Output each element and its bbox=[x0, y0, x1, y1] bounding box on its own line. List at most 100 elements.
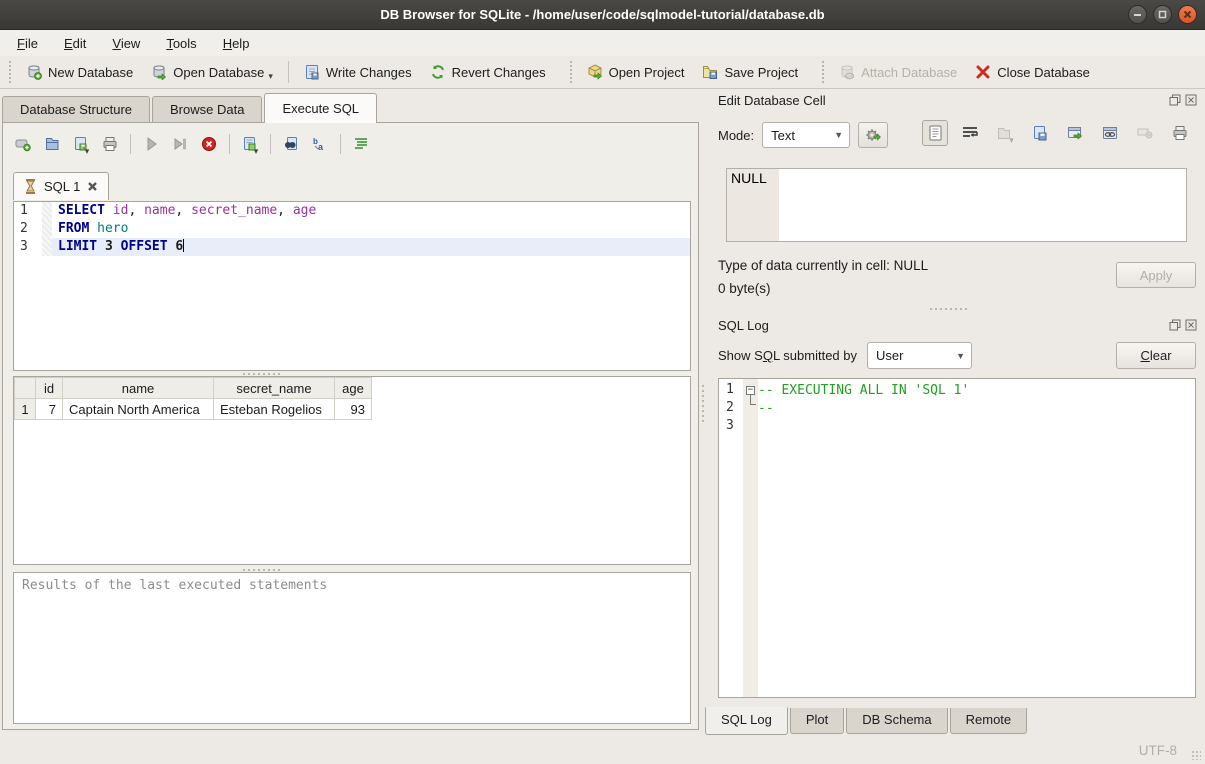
save-project-button[interactable]: Save Project bbox=[693, 60, 807, 84]
set-null-button bbox=[1132, 120, 1158, 146]
tab-remote[interactable]: Remote bbox=[950, 708, 1028, 734]
export-data-button[interactable] bbox=[1027, 120, 1053, 146]
sql-log-dock-header: SQL Log bbox=[705, 315, 1203, 335]
sql-number: 3 bbox=[105, 239, 121, 254]
find-button[interactable] bbox=[279, 132, 303, 156]
print-cell-button[interactable] bbox=[1167, 120, 1193, 146]
word-wrap-icon bbox=[962, 126, 978, 140]
mode-select[interactable]: Text ▼ bbox=[762, 122, 850, 148]
dock-splitter[interactable] bbox=[930, 306, 970, 311]
tab-db-schema[interactable]: DB Schema bbox=[846, 708, 947, 734]
cell-id[interactable]: 7 bbox=[36, 399, 63, 420]
close-database-button[interactable]: Close Database bbox=[966, 60, 1099, 84]
menu-help[interactable]: Help bbox=[210, 33, 263, 54]
format-sql-icon bbox=[353, 136, 369, 152]
revert-changes-label: Revert Changes bbox=[452, 65, 546, 80]
col-header-id[interactable]: id bbox=[36, 378, 63, 399]
stop-execution-button[interactable] bbox=[197, 132, 221, 156]
clear-log-button[interactable]: Clear bbox=[1116, 342, 1196, 369]
open-database-button[interactable]: Open Database ▾ bbox=[142, 60, 282, 84]
dock-tab-bar: SQL Log Plot DB Schema Remote bbox=[705, 708, 1029, 736]
float-dock-icon[interactable] bbox=[1169, 94, 1181, 106]
execute-line-button[interactable] bbox=[168, 132, 192, 156]
open-database-dropdown-icon[interactable]: ▾ bbox=[268, 71, 273, 82]
close-dock-icon[interactable] bbox=[1185, 319, 1197, 331]
close-dock-icon[interactable] bbox=[1185, 94, 1197, 106]
save-sql-dropdown-icon[interactable]: ▾ bbox=[85, 146, 90, 157]
maximize-button[interactable] bbox=[1153, 5, 1172, 24]
save-results-button[interactable]: ▾ bbox=[238, 132, 262, 156]
auto-mode-button[interactable] bbox=[858, 122, 888, 148]
resize-grip-icon[interactable] bbox=[1191, 750, 1201, 760]
window-controls bbox=[1128, 5, 1197, 24]
text-mode-button[interactable] bbox=[922, 120, 948, 146]
sql-number: 6 bbox=[175, 239, 183, 254]
open-external-button[interactable] bbox=[1062, 120, 1088, 146]
tab-database-structure[interactable]: Database Structure bbox=[2, 96, 150, 123]
menu-tools[interactable]: Tools bbox=[153, 33, 209, 54]
new-database-button[interactable]: New Database bbox=[17, 60, 142, 84]
open-sql-file-button[interactable] bbox=[40, 132, 64, 156]
tab-plot[interactable]: Plot bbox=[790, 708, 844, 734]
sql-toolbar-separator bbox=[270, 134, 271, 154]
revert-changes-button[interactable]: Revert Changes bbox=[421, 60, 555, 84]
sql-log-title: SQL Log bbox=[705, 318, 1169, 333]
new-sql-tab-button[interactable] bbox=[11, 132, 35, 156]
sql-identifier: age bbox=[293, 203, 316, 218]
close-button[interactable] bbox=[1178, 5, 1197, 24]
tab-sql-log[interactable]: SQL Log bbox=[705, 707, 788, 735]
log-fold-margin: − bbox=[743, 379, 758, 697]
tab-browse-data[interactable]: Browse Data bbox=[152, 96, 262, 123]
write-changes-label: Write Changes bbox=[326, 65, 412, 80]
toolbar-handle[interactable] bbox=[8, 61, 13, 83]
tab-execute-sql[interactable]: Execute SQL bbox=[264, 93, 377, 123]
set-null-icon bbox=[1137, 127, 1153, 139]
toolbar-handle[interactable] bbox=[821, 61, 826, 83]
menu-file[interactable]: File bbox=[4, 33, 51, 54]
execute-all-button[interactable] bbox=[139, 132, 163, 156]
mode-row: Mode: Text ▼ bbox=[718, 122, 888, 148]
execute-sql-page: ▾ bbox=[2, 122, 699, 730]
col-header-age[interactable]: age bbox=[335, 378, 372, 399]
format-sql-button[interactable] bbox=[349, 132, 373, 156]
minimize-button[interactable] bbox=[1128, 5, 1147, 24]
cell-name[interactable]: Captain North America bbox=[63, 399, 214, 420]
encoding-indicator[interactable]: UTF-8 bbox=[1139, 743, 1177, 758]
auto-complete-button[interactable]: b a bbox=[308, 132, 332, 156]
cell-secret-name[interactable]: Esteban Rogelios bbox=[214, 399, 335, 420]
float-dock-icon[interactable] bbox=[1169, 319, 1181, 331]
fold-collapse-icon[interactable]: − bbox=[746, 386, 755, 395]
close-tab-icon[interactable] bbox=[87, 181, 98, 192]
print-sql-button[interactable] bbox=[98, 132, 122, 156]
col-header-secret-name[interactable]: secret_name bbox=[214, 378, 335, 399]
menu-edit[interactable]: Edit bbox=[51, 33, 99, 54]
sql-toolbar-separator bbox=[340, 134, 341, 154]
sql-editor[interactable]: 1 SELECT id, name, secret_name, age 2 FR… bbox=[13, 201, 691, 371]
results-header-row: id name secret_name age bbox=[15, 378, 372, 399]
toolbar-handle[interactable] bbox=[569, 61, 574, 83]
cell-size-info: 0 byte(s) bbox=[718, 281, 771, 296]
sql-log-view[interactable]: 1 2 3 − -- EXECUTING ALL IN 'SQL 1' -- bbox=[718, 378, 1196, 698]
copy-link-button[interactable] bbox=[1097, 120, 1123, 146]
text-document-icon bbox=[928, 125, 943, 141]
write-changes-button[interactable]: Write Changes bbox=[295, 60, 421, 84]
open-project-button[interactable]: Open Project bbox=[578, 60, 694, 84]
row-number[interactable]: 1 bbox=[15, 399, 36, 420]
word-wrap-button[interactable] bbox=[957, 120, 983, 146]
edit-cell-title: Edit Database Cell bbox=[705, 93, 1169, 108]
save-sql-file-button[interactable]: ▾ bbox=[69, 132, 93, 156]
log-filter-select[interactable]: User ▼ bbox=[867, 342, 972, 369]
sql-1-tab[interactable]: SQL 1 bbox=[13, 172, 109, 200]
cell-value-editor[interactable]: NULL bbox=[726, 168, 1187, 242]
cell-age[interactable]: 93 bbox=[335, 399, 372, 420]
line-number: 1 bbox=[14, 202, 42, 220]
sql-toolbar-separator bbox=[130, 134, 131, 154]
save-results-dropdown-icon[interactable]: ▾ bbox=[254, 146, 259, 157]
line-number: 3 bbox=[14, 238, 42, 256]
col-header-name[interactable]: name bbox=[63, 378, 214, 399]
menu-view[interactable]: View bbox=[99, 33, 153, 54]
editor-line-current: 3 LIMIT 3 OFFSET 6 bbox=[14, 238, 690, 256]
sql-table-name: hero bbox=[97, 221, 128, 236]
sql-identifier: name bbox=[144, 203, 175, 218]
corner-header[interactable] bbox=[15, 378, 36, 399]
